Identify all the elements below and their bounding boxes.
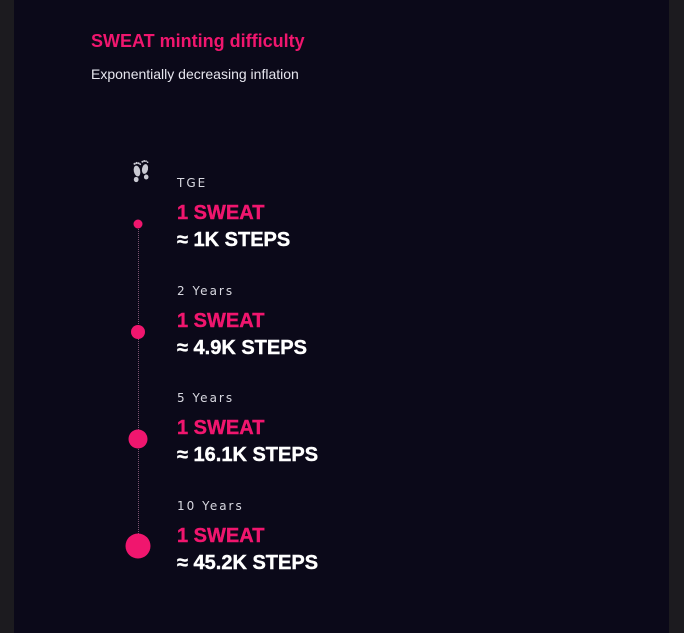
milestone-5-years: 5 Years 1 SWEAT ≈ 16.1K STEPS — [177, 391, 318, 466]
milestone-reward: 1 SWEAT — [177, 310, 265, 332]
milestone-reward: 1 SWEAT — [177, 417, 265, 439]
milestone-2-years: 2 Years 1 SWEAT ≈ 4.9K STEPS — [177, 284, 307, 359]
infographic-panel: SWEAT minting difficulty Exponentially d… — [14, 0, 669, 633]
milestone-steps: ≈ 1K STEPS — [177, 229, 291, 251]
timeline-line — [138, 224, 139, 546]
milestone-tge: TGE 1 SWEAT ≈ 1K STEPS — [177, 176, 291, 251]
footprints-icon — [133, 160, 149, 183]
milestone-steps: ≈ 16.1K STEPS — [177, 444, 319, 466]
timeline-dot-5-years — [128, 429, 148, 449]
milestone-label: TGE — [177, 176, 208, 190]
milestone-steps: ≈ 4.9K STEPS — [177, 337, 307, 359]
milestone-label: 2 Years — [177, 284, 235, 298]
milestone-reward: 1 SWEAT — [177, 202, 265, 224]
milestone-10-years: 10 Years 1 SWEAT ≈ 45.2K STEPS — [177, 499, 318, 574]
timeline-dot-2-years — [131, 325, 145, 339]
milestone-label: 5 Years — [177, 391, 235, 405]
timeline-dot-tge — [133, 219, 143, 229]
milestone-label: 10 Years — [177, 499, 244, 513]
chart-title: SWEAT minting difficulty — [91, 31, 305, 51]
milestone-steps: ≈ 45.2K STEPS — [177, 552, 319, 574]
timeline-dot-10-years — [125, 533, 151, 559]
milestone-reward: 1 SWEAT — [177, 525, 265, 547]
chart-subtitle: Exponentially decreasing inflation — [91, 66, 299, 82]
